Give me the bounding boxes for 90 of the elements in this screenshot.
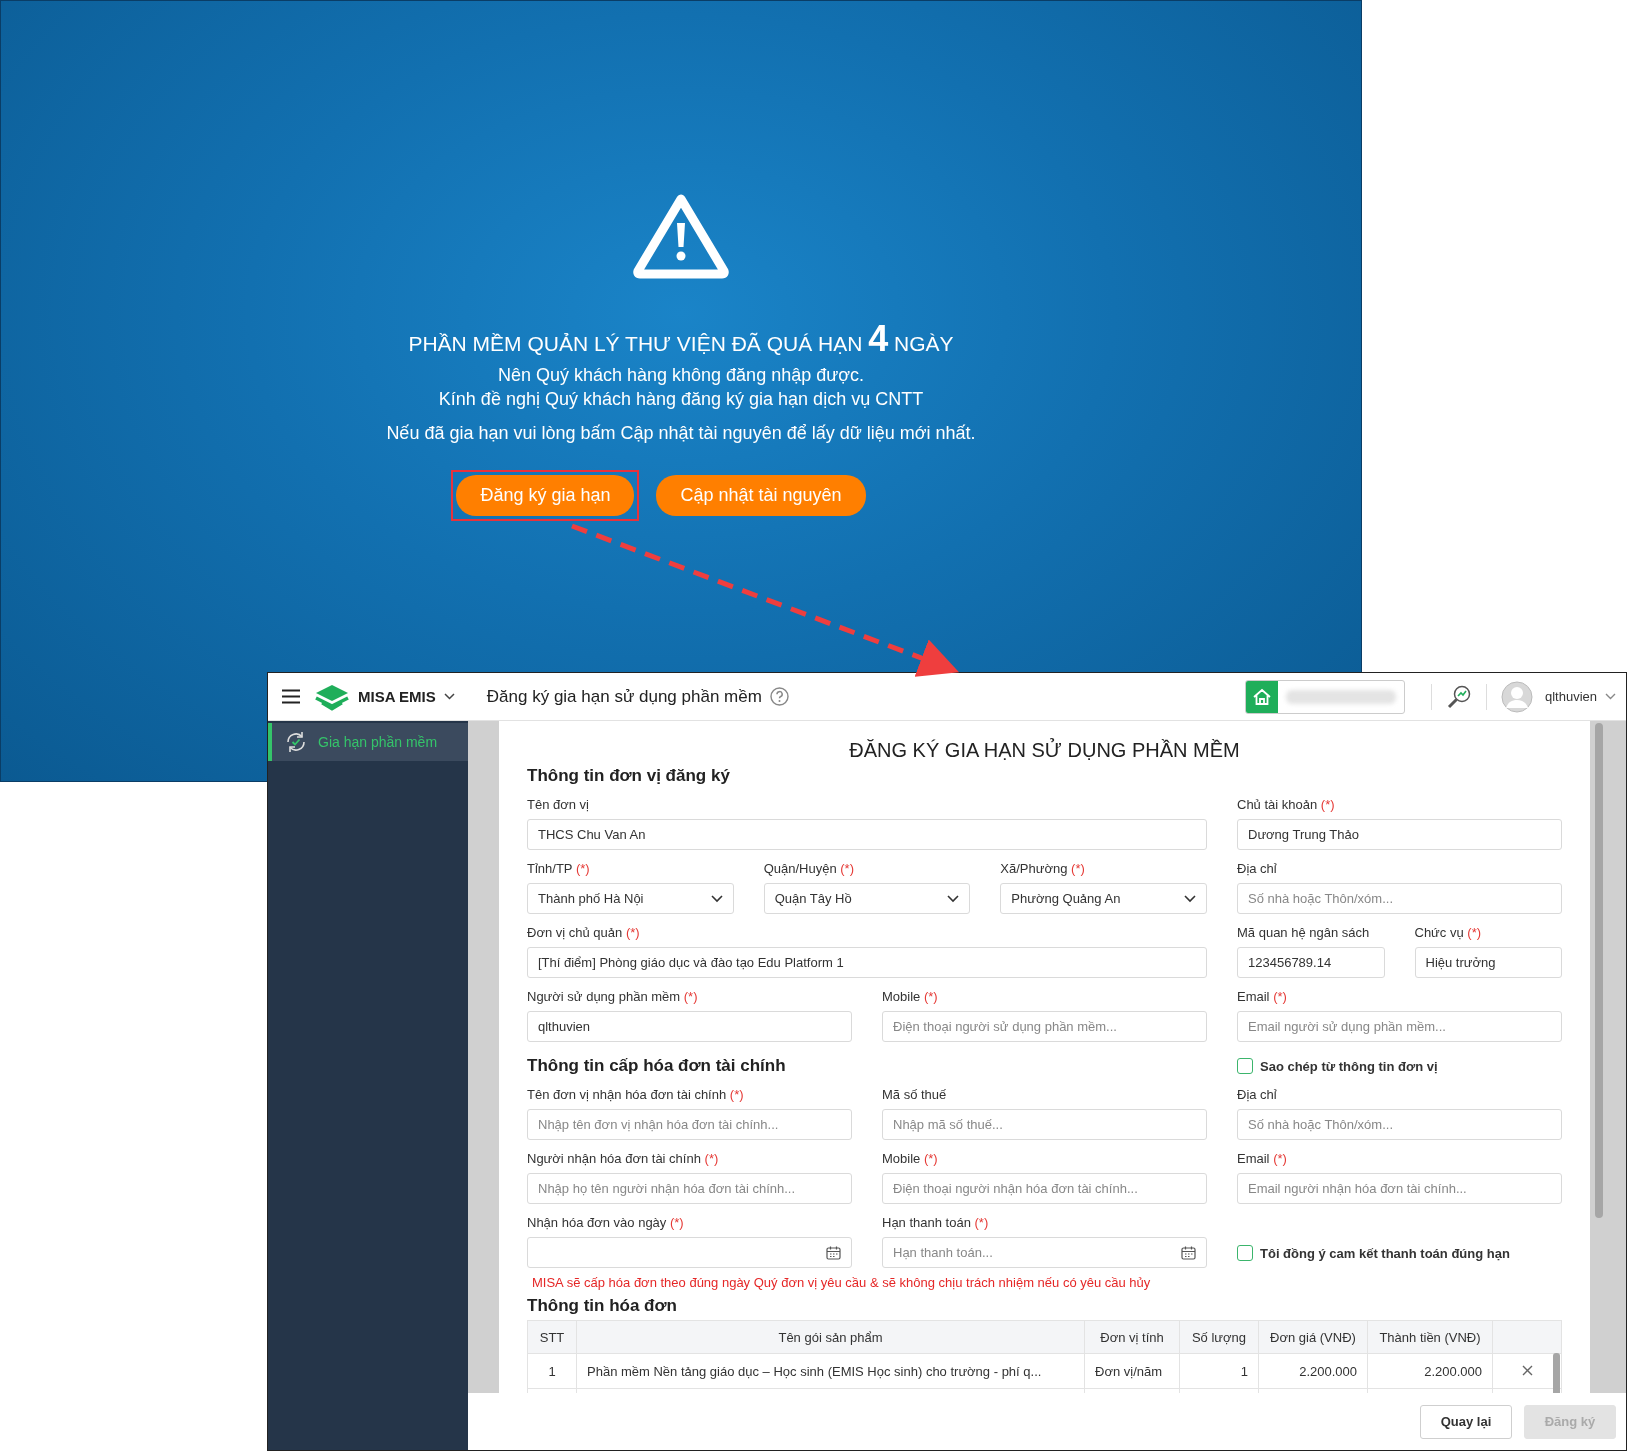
field-label: Quận/Huyện (*) [763,861,855,878]
home-icon [1251,686,1272,707]
chevron-down-icon [710,894,723,903]
avatar-icon[interactable] [1500,680,1533,713]
input-field[interactable]: Nhập họ tên người nhận hóa đơn tài chính... [527,1173,852,1204]
table-cell: 1 [1179,1353,1259,1389]
field-label: Hạn thanh toán (*) [882,1215,990,1232]
checkbox[interactable] [1237,1245,1253,1261]
footer-button[interactable]: Quay lại [1420,1404,1512,1439]
column-header: Đơn vị tính [1084,1320,1180,1354]
column-header: STT [527,1320,577,1354]
table-cell: 2.200.000 [1258,1353,1368,1389]
input-field[interactable]: Dương Trung Thảo [1237,819,1562,850]
form-title: ĐĂNG KÝ GIA HẠN SỬ DỤNG PHẦN MỀM [848,739,1241,762]
section-heading: Thông tin cấp hóa đơn tài chính [527,1056,787,1076]
column-header: Tên gói sản phẩm [576,1320,1085,1354]
field-label: Mã số thuế [882,1087,948,1104]
sidebar-item[interactable]: Gia hạn phần mềm [268,723,468,761]
input-field[interactable]: qlthuvien [527,1011,852,1042]
alert-message: Kính đề nghị Quý khách hàng đăng ký gia hạn dịch vụ CNTT [438,388,924,411]
warning-note: MISA sẽ cấp hóa đơn theo đúng ngày Quý đơn vị yêu cầu & sẽ không chịu trách nhiệm nếu có yêu cầu hủy [532,1275,1152,1290]
home-button[interactable] [1245,680,1278,713]
input-field[interactable]: Điện thoại người nhận hóa đơn tài chính... [882,1173,1207,1204]
field-label: Mobile (*) [882,1151,939,1168]
field-label: Người nhận hóa đơn tài chính (*) [527,1151,720,1168]
input-field[interactable]: Email người sử dụng phần mềm... [1237,1011,1562,1042]
field-label: Mã quan hệ ngân sách [1237,925,1371,942]
field-label: Mobile (*) [882,989,939,1006]
table-cell: Phần mềm Nền tảng giáo dục – Học sinh (EMIS Học sinh) cho trường - phí q... [576,1353,1085,1389]
input-field[interactable]: 123456789.14 [1237,947,1385,978]
section-heading: Thông tin đơn vị đăng ký [527,766,731,786]
app-name: MISA EMIS [358,688,436,705]
scrollbar[interactable] [1595,723,1603,1218]
input-field[interactable]: Email người nhận hóa đơn tài chính... [1237,1173,1562,1204]
field-label: Nhận hóa đơn vào ngày (*) [527,1215,685,1232]
unit-selector[interactable] [1244,679,1405,714]
chevron-down-icon [947,894,960,903]
field-label: Chức vụ (*) [1414,925,1482,942]
checkbox[interactable] [1237,1058,1253,1074]
column-header: Thành tiền (VNĐ) [1367,1320,1493,1354]
input-field[interactable]: [Thí điểm] Phòng giáo dục và đào tạo Edu Platform 1 [527,947,1207,978]
column-header: Đơn giá (VNĐ) [1258,1320,1368,1354]
dropdown[interactable]: Quận Tây Hồ [763,883,971,914]
refresh-check-icon [284,730,308,754]
user-name[interactable]: qlthuvien [1544,689,1597,704]
calendar-icon [826,1245,841,1260]
magnifier-chart-icon[interactable] [1445,683,1472,710]
field-label: Đơn vị chủ quản (*) [527,925,641,942]
input-field[interactable]: Nhập tên đơn vị nhận hóa đơn tài chính... [527,1109,852,1140]
logo-icon [314,682,350,711]
input-field[interactable]: Điện thoại người sử dụng phần mềm... [882,1011,1207,1042]
field-label: Email (*) [1237,989,1288,1006]
help-icon[interactable] [769,687,789,706]
section-heading: Thông tin hóa đơn [527,1296,678,1316]
chevron-down-icon [1184,894,1196,903]
chevron-down-icon[interactable] [443,693,455,700]
field-label: Chủ tài khoản (*) [1237,797,1336,814]
dropdown[interactable]: Phường Quảng An [1000,883,1207,914]
menu-icon[interactable] [282,689,300,704]
field-label: Email (*) [1237,1151,1288,1168]
field-label: Tên đơn vị [527,797,590,814]
input-field[interactable]: THCS Chu Van An [527,819,1207,850]
alert-message: Nên Quý khách hàng không đăng nhập được. [497,364,865,387]
alert-button[interactable]: Đăng ký gia hạn [456,475,635,516]
warning-icon [632,193,730,279]
page-title: Đăng ký gia hạn sử dụng phần mềm [486,686,762,707]
field-label: Địa chỉ [1237,1087,1278,1104]
column-header: Số lượng [1179,1320,1259,1354]
field-label: Địa chỉ [1237,861,1278,878]
field-label: Người sử dụng phần mềm (*) [527,989,699,1006]
input-field[interactable]: Số nhà hoặc Thôn/xóm... [1237,1109,1562,1140]
alert-note: Nếu đã gia hạn vui lòng bấm Cập nhật tài nguyên để lấy dữ liệu mới nhất. [386,423,976,444]
table-cell: 2.200.000 [1367,1353,1493,1389]
checkbox-label: Tôi đồng ý cam kết thanh toán đúng hạn [1260,1245,1510,1261]
close-icon[interactable] [1521,1364,1533,1376]
field-label: Xã/Phường (*) [1000,861,1086,878]
field-label: Tỉnh/TP (*) [527,861,591,878]
dropdown[interactable]: Thành phố Hà Nội [527,883,734,914]
table-cell: Đơn vị/năm [1084,1353,1180,1389]
checkbox-label: Sao chép từ thông tin đơn vị [1260,1058,1438,1074]
alert-button[interactable]: Cập nhật tài nguyên [656,475,866,516]
date-field[interactable] [527,1237,852,1268]
input-field[interactable]: Hiệu trưởng [1414,947,1562,978]
date-field[interactable]: Hạn thanh toán... [882,1237,1207,1268]
input-field[interactable]: Nhập mã số thuế... [882,1109,1207,1140]
alert-title: PHẦN MỀM QUẢN LÝ THƯ VIỆN ĐÃ QUÁ HẠN 4 NGÀY [408,321,954,357]
table-cell: 1 [527,1353,577,1389]
field-label: Tên đơn vị nhận hóa đơn tài chính (*) [527,1087,745,1104]
input-field[interactable]: Số nhà hoặc Thôn/xóm... [1237,883,1562,914]
calendar-icon [1181,1245,1196,1260]
